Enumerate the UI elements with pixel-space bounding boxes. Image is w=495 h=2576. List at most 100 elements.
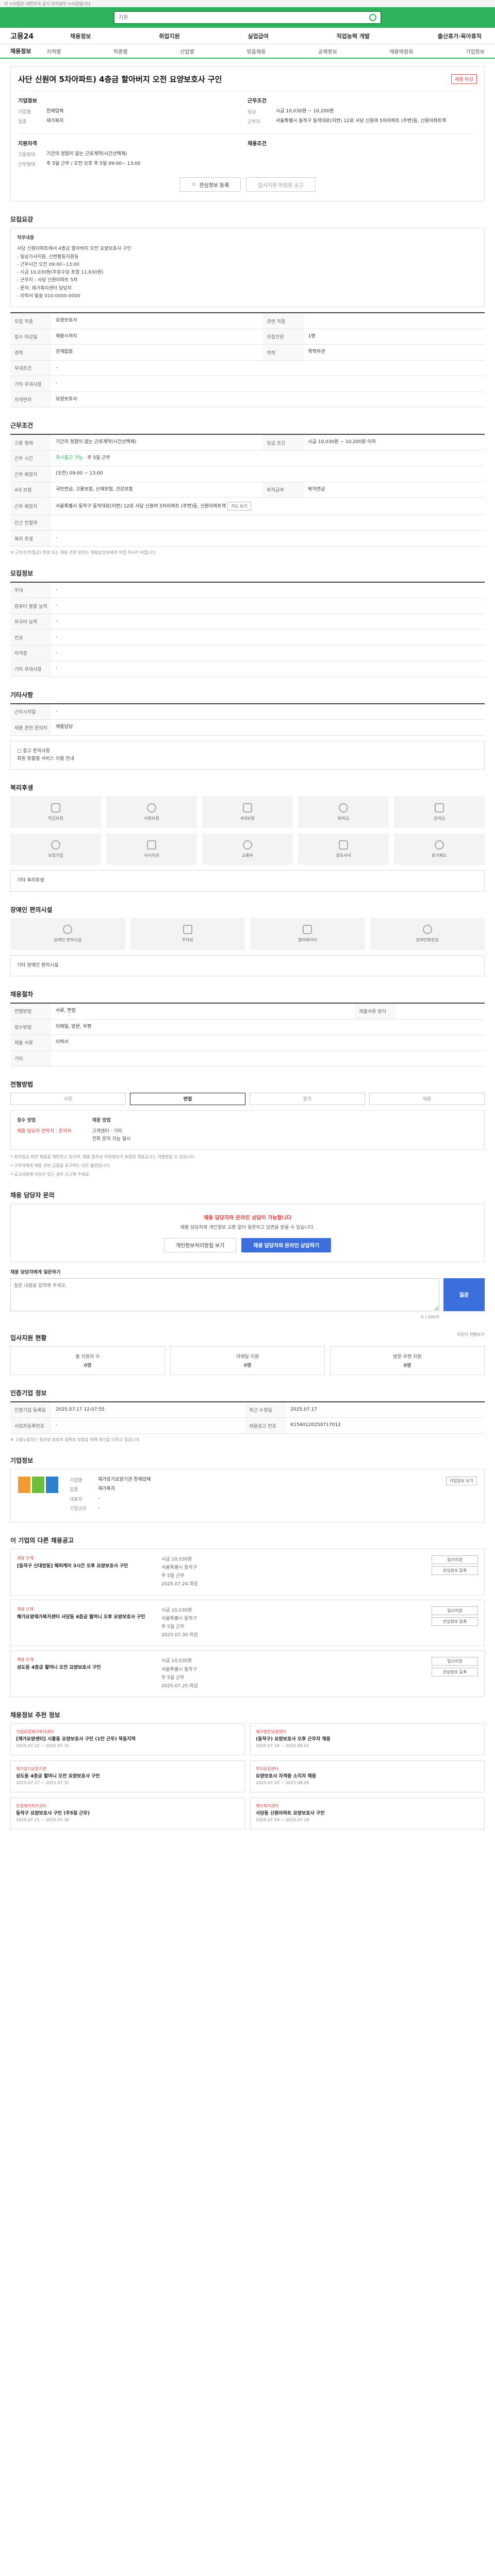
recommend-card[interactable]: 요양재가복지센터 동작구 요양보호사 구인 (주5일 근무) 2025.07.21 … (10, 1798, 245, 1830)
recommend-card[interactable]: 재가복지센터 사당동 신원아파트 요양보호사 구인 2025.07.19 ~ 202… (250, 1798, 485, 1830)
stats-grid: 총 지원자 수 0명 이메일 지원 0명 방문·우편 지원 0명 (10, 1346, 485, 1375)
welfare-item: 퇴직금 (298, 796, 389, 828)
recommend-card[interactable]: 기업요양재가복지센터 [재가요양센터] 시흥동 요양보호사 구인 (1인 근무) … (10, 1723, 245, 1756)
list-scrap-button[interactable]: 관심정보 등록 (432, 1566, 478, 1575)
privacy-policy-button[interactable]: 개인정보처리방침 보기 (163, 1238, 237, 1252)
star-icon: ☆ (191, 181, 196, 188)
rec-title[interactable]: (동작구) 요양보호사 오후 근무자 채용 (256, 1736, 479, 1743)
search-bar-area (0, 7, 495, 28)
table-key: 외국어 능력 (10, 614, 52, 630)
table-value (52, 1050, 485, 1066)
summary-company-title: 기업정보 (18, 98, 37, 104)
rec-title[interactable]: 사당동 신원아파트 요양보호사 구인 (256, 1810, 479, 1817)
summary-row: 업종 재가복지 (18, 118, 248, 125)
table-value: - (52, 645, 485, 662)
list-scrap-button[interactable]: 관심정보 등록 (432, 1617, 478, 1626)
consult-message: 채용 담당자와 개인정보 교환 없이 질문하고 답변을 받을 수 있습니다. (180, 1225, 315, 1231)
online-consult-button[interactable]: 채용 담당자와 온라인 상담하기 (241, 1238, 332, 1252)
table-value: - (52, 1417, 245, 1434)
list-scrap-button[interactable]: 관심정보 등록 (432, 1668, 478, 1677)
list-item-title[interactable]: 삼도동 4층금 할머니 오전 요양보호사 구인 (17, 1665, 151, 1672)
list-item-details: 시급 10,030원 서울특별시 동작구 주 5일 근무 2025.07.24 마감 (151, 1555, 421, 1589)
stats-link[interactable]: 지원자 현황보기 (457, 1332, 485, 1337)
lnb-tab-company[interactable]: 기업정보 (466, 47, 485, 55)
list-apply-button[interactable]: 입사지원 (432, 1657, 478, 1666)
table-value: 2025.07.17 12:07:55 (52, 1401, 245, 1418)
rec-title[interactable]: [재가요양센터] 시흥동 요양보호사 구인 (1인 근무) 목동지역 (16, 1736, 239, 1743)
table-key: 근무 시간 (10, 450, 52, 467)
qa-textarea[interactable] (10, 1278, 439, 1311)
qa-area: 질문 (10, 1278, 485, 1311)
disabled-item: 장애인 편의시설 (10, 918, 125, 950)
recommend-card[interactable]: 재가장기요양기관 삼도동 4층금 할머니 오전 요양보호사 구인 2025.07.1… (10, 1760, 245, 1793)
scrap-button[interactable]: ☆ 관심정보 등록 (179, 177, 241, 192)
step-item: 채용 (369, 1092, 485, 1105)
lnb-tab-industry[interactable]: 산업별 (180, 47, 194, 55)
section-title-recommend: 채용정보 추천 정보 (10, 1711, 60, 1719)
map-button[interactable]: 지도 보기 (227, 502, 251, 511)
search-box[interactable] (113, 11, 382, 24)
lnb-tab-occupation[interactable]: 직종별 (113, 47, 128, 55)
lnb-tab-fair[interactable]: 채용박람회 (389, 47, 413, 55)
qa-submit-button[interactable]: 질문 (443, 1278, 485, 1311)
table-value: 국민연금, 고용보험, 산재보험, 건강보험 (52, 482, 263, 498)
stat-value: 0명 (403, 1363, 411, 1368)
rec-title[interactable]: 동작구 요양보호사 구인 (주5일 근무) (16, 1810, 239, 1817)
lnb-tab-public[interactable]: 공채정보 (318, 47, 337, 55)
table-value: 채용시까지 (52, 329, 263, 345)
section-title-company: 기업정보 (10, 1456, 34, 1464)
list-item[interactable]: 채용 단계 삼도동 4층금 할머니 오전 요양보호사 구인 시급 10,030원 서… (10, 1650, 485, 1698)
rec-date: 2025.07.18 ~ 2025.08.01 (256, 1743, 309, 1749)
list-apply-button[interactable]: 입사지원 (432, 1555, 478, 1564)
recruit-desc-line: - 문의: 재가복지센터 담당자 (17, 285, 72, 291)
apply-button[interactable]: 입사지원 마감된 공고 (246, 177, 316, 192)
list-item-title[interactable]: [동작구 신대방동] 해피케어 3시간 오후 요양보호사 구인 (17, 1563, 151, 1570)
stats-header: 입사지원 현황 지원자 현황보기 (10, 1320, 485, 1346)
rec-title[interactable]: 요양보호사 자격증 소지자 채용 (256, 1773, 479, 1780)
status-badge: 채용 마감 (451, 74, 477, 84)
lnb-tab-custom[interactable]: 맞춤채용 (246, 47, 266, 55)
section-title-etc: 모집정보 (10, 569, 34, 577)
rec-title[interactable]: 삼도동 4층금 할머니 오전 요양보호사 구인 (16, 1773, 239, 1780)
recommend-card[interactable]: 재가방문요양센터 (동작구) 요양보호사 오후 근무자 채용 2025.07.18 … (250, 1723, 485, 1756)
search-icon[interactable] (369, 14, 376, 21)
step-item: 합격 (250, 1092, 365, 1105)
section-title-work: 근무조건 (10, 422, 34, 430)
table-row: 복리 후생 - (10, 530, 485, 547)
table-key: 컴퓨터 활용 능력 (10, 598, 52, 614)
list-item[interactable]: 채용 단계 해가요양재가복지센터 사당동 4층금 할머니 오후 요양보호사 구인 … (10, 1599, 485, 1647)
recruit-desc-line: - 이력서 발송 010-0000-0000 (17, 294, 80, 299)
summary-row: 고용형태 기간의 정함이 없는 근로계약(시간선택제) (18, 151, 248, 158)
gnb-item-training[interactable]: 직업능력 개발 (334, 32, 373, 40)
table-row: 고용 형태 기간의 정함이 없는 근로계약(시간선택제) 임금 조건 시급 10,03… (10, 434, 485, 451)
calendar-icon (435, 840, 444, 850)
welfare-grid: 연금보험 사회보험 4대보험 퇴직금 상여금 보험가입 식사지원 교통비 경조사… (10, 796, 485, 866)
company-key: 대표자 (70, 1497, 82, 1502)
rec-date: 2025.07.21 ~ 2025.07.30 (16, 1818, 70, 1823)
rec-company: 재가복지센터 (256, 1804, 279, 1809)
recommend-card[interactable]: 복지요양센터 요양보호사 자격증 소지자 채용 2025.07.20 ~ 2025.… (250, 1760, 485, 1793)
list-item-title[interactable]: 해가요양재가복지센터 사당동 4층금 할머니 오후 요양보호사 구인 (17, 1614, 151, 1621)
table-value: - (52, 629, 485, 646)
gnb-item-parental-leave[interactable]: 출산휴가·육아휴직 (435, 32, 485, 40)
list-item-detail: 서울특별시 동작구 (161, 1667, 197, 1672)
lnb-tab-region[interactable]: 지역별 (46, 47, 61, 55)
table-key: 제출 서류 (10, 1035, 52, 1051)
gnb-item-unemployment-benefit[interactable]: 실업급여 (244, 32, 271, 40)
list-apply-button[interactable]: 입사지원 (432, 1606, 478, 1615)
summary-key: 고용형태 (18, 152, 36, 158)
lnb-tabs: 지역별 직종별 산업별 맞춤채용 공채정보 채용박람회 기업정보 (46, 47, 485, 55)
coin-icon (339, 803, 348, 812)
search-input[interactable] (119, 14, 356, 21)
company-logo (18, 1476, 59, 1497)
gnb-menu: 채용정보 취업지원 실업급여 직업능력 개발 출산휴가·육아휴직 (67, 32, 485, 40)
gnb-item-employment-support[interactable]: 취업지원 (156, 32, 183, 40)
list-item[interactable]: 채용 단계 [동작구 신대방동] 해피케어 3시간 오후 요양보호사 구인 시급 … (10, 1548, 485, 1596)
gnb-item-jobs[interactable]: 채용정보 (67, 32, 94, 40)
table-key: 채용 관련 문의처 (10, 719, 52, 736)
site-logo[interactable]: 고용24 (10, 31, 46, 41)
rec-date: 2025.07.20 ~ 2025.08.05 (256, 1781, 309, 1786)
company-info-button[interactable]: 기업정보 보기 (446, 1476, 477, 1485)
elevator-icon (303, 925, 312, 935)
company-box: 기업명 재가장기요양기관 한재업체 업종 재가복지 대표자 - 기업규모 - 기업정보 … (10, 1468, 485, 1522)
